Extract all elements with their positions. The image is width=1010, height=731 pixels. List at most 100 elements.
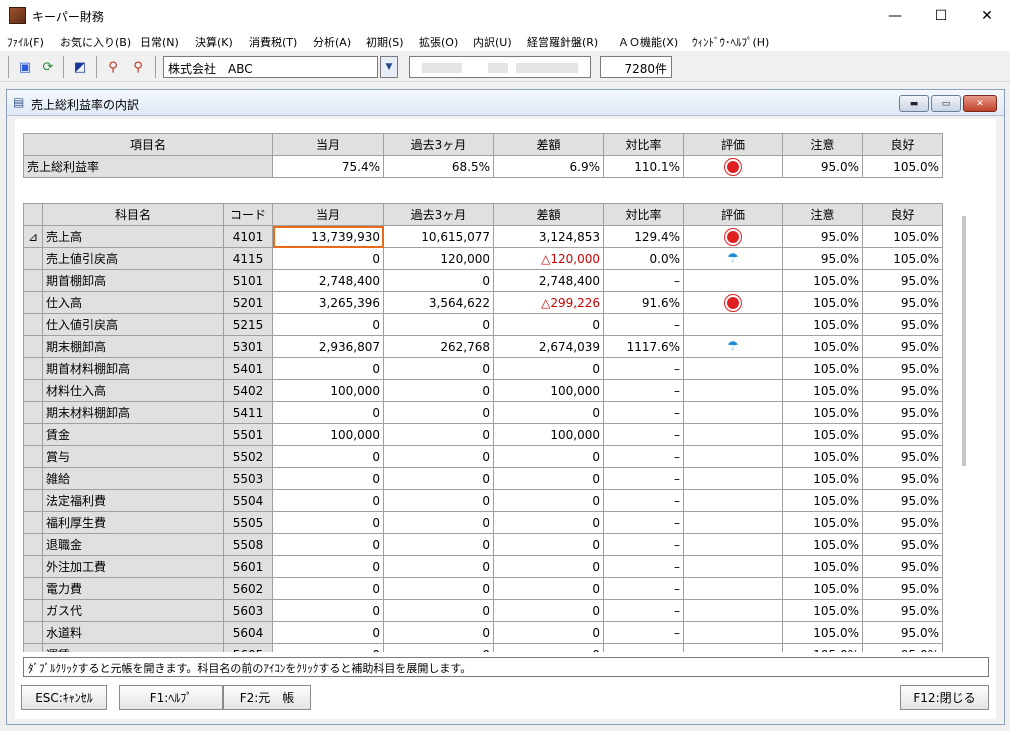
expand-marker[interactable] — [23, 467, 43, 490]
monitor-icon[interactable]: ▣ — [15, 57, 35, 77]
table-row[interactable]: 仕入値引戻高 5215 0 0 0–105.0% 95.0% — [23, 313, 943, 336]
refresh-icon[interactable]: ⟳ — [38, 57, 58, 77]
diff-value: 2,748,400 — [493, 269, 604, 292]
account-code: 5605 — [223, 643, 273, 652]
ratio-value: – — [603, 599, 684, 622]
table-row[interactable]: 売上値引戻高 4115 0 120,000 △120,000 0.0% ☂ 95.0% 105.… — [23, 247, 943, 270]
expand-marker[interactable] — [23, 335, 43, 358]
caution-value: 105.0% — [782, 423, 863, 446]
company-select[interactable]: 株式会社 ABC — [163, 56, 378, 78]
menu-file[interactable]: ﾌｧｲﾙ(F) — [7, 34, 44, 50]
caution-value: 105.0% — [782, 533, 863, 556]
menu-analysis[interactable]: 分析(A) — [313, 34, 351, 50]
window-close-button[interactable]: ✕ — [964, 0, 1010, 31]
expand-marker[interactable] — [23, 489, 43, 512]
account-code: 5402 — [223, 379, 273, 402]
table-row[interactable]: 仕入高 5201 3,265,396 3,564,622 △299,226 91.6% 10… — [23, 291, 943, 314]
close-button[interactable]: F12:閉じる — [900, 685, 989, 710]
current-value: 0 — [272, 357, 384, 380]
expand-marker[interactable] — [23, 511, 43, 534]
account-code: 5602 — [223, 577, 273, 600]
window-maximize-button[interactable]: ☐ — [918, 0, 964, 31]
account-code: 5411 — [223, 401, 273, 424]
menu-daily[interactable]: 日常(N) — [140, 34, 179, 50]
expand-marker[interactable] — [23, 247, 43, 270]
column-header: 科目名 — [42, 203, 224, 226]
menu-breakdown[interactable]: 内訳(U) — [473, 34, 512, 50]
past3-value: 0 — [383, 379, 494, 402]
ratio-value: 1117.6% — [603, 335, 684, 358]
column-header — [23, 203, 43, 226]
table-row[interactable]: 運賃5605000–105.0%95.0% — [23, 643, 943, 652]
expand-marker[interactable] — [23, 291, 43, 314]
window-minimize-button[interactable]: — — [872, 0, 918, 31]
expand-marker[interactable] — [23, 555, 43, 578]
menu-favorites[interactable]: お気に入り(B) — [60, 34, 131, 50]
ratio-value: – — [603, 313, 684, 336]
rating-cell — [683, 357, 783, 380]
table-row[interactable]: ⊿ 売上高 4101 13,739,930 10,615,077 3,124,853 129… — [23, 225, 943, 248]
menu-ao-functions[interactable]: ＡＯ機能(X) — [618, 34, 678, 50]
account-name: 売上値引戻高 — [42, 247, 224, 270]
table-row[interactable]: 水道料 5604 0 0 0–105.0% 95.0% — [23, 621, 943, 644]
cancel-button[interactable]: ESC:ｷｬﾝｾﾙ — [21, 685, 107, 710]
child-maximize-button[interactable]: ▭ — [931, 95, 961, 112]
menu-management-compass[interactable]: 経営羅針盤(R) — [527, 34, 598, 50]
detail-table-viewport[interactable]: 科目名 コード 当月 過去3ヶ月 差額 対比率 評価 注意 良好 ⊿ 売上高 410… — [15, 119, 996, 652]
table-row[interactable]: ガス代 5603 0 0 0–105.0% 95.0% — [23, 599, 943, 622]
diff-value: 0 — [493, 313, 604, 336]
table-row[interactable]: 期首棚卸高 5101 2,748,400 0 2,748,400–105.0% 95.0% — [23, 269, 943, 292]
menu-window-help[interactable]: ｳｨﾝﾄﾞｳ･ﾍﾙﾌﾟ(H) — [692, 34, 769, 50]
expand-marker[interactable] — [23, 599, 43, 622]
past3-value: 0 — [383, 621, 494, 644]
table-row[interactable]: 期末棚卸高 5301 2,936,807 262,768 2,674,039 1117.6… — [23, 335, 943, 358]
caution-value: 105.0% — [782, 599, 863, 622]
table-row[interactable]: 雑給 5503 0 0 0–105.0% 95.0% — [23, 467, 943, 490]
menu-consumption-tax[interactable]: 消費税(T) — [249, 34, 297, 50]
table-row[interactable]: 材料仕入高 5402 100,000 0 100,000–105.0% 95.0% — [23, 379, 943, 402]
table-row[interactable]: 福利厚生費 5505 0 0 0–105.0% 95.0% — [23, 511, 943, 534]
help-button[interactable]: F1:ﾍﾙﾌﾟ — [119, 685, 223, 710]
expand-marker[interactable] — [23, 445, 43, 468]
table-row[interactable]: 期首材料棚卸高 5401 0 0 0–105.0% 95.0% — [23, 357, 943, 380]
expand-marker[interactable] — [23, 269, 43, 292]
caution-value: 105.0% — [782, 555, 863, 578]
diff-value: △120,000 — [493, 247, 604, 270]
zoom-in-icon[interactable]: ⚲ — [103, 57, 123, 77]
table-row[interactable]: 期末材料棚卸高 5411 0 0 0–105.0% 95.0% — [23, 401, 943, 424]
expand-marker[interactable] — [23, 379, 43, 402]
good-value: 95.0% — [862, 533, 943, 556]
account-code: 5601 — [223, 555, 273, 578]
expand-marker[interactable] — [23, 577, 43, 600]
table-row[interactable]: 外注加工費 5601 0 0 0–105.0% 95.0% — [23, 555, 943, 578]
expand-marker[interactable] — [23, 357, 43, 380]
expand-marker[interactable] — [23, 643, 43, 652]
expand-marker[interactable] — [23, 621, 43, 644]
zoom-out-icon[interactable]: ⚲ — [128, 57, 148, 77]
menu-initial[interactable]: 初期(S) — [366, 34, 404, 50]
rating-cell — [683, 423, 783, 446]
expand-marker[interactable]: ⊿ — [23, 225, 43, 248]
child-close-button[interactable]: ✕ — [963, 95, 997, 112]
table-row[interactable]: 賃金 5501 100,000 0 100,000–105.0% 95.0% — [23, 423, 943, 446]
expand-marker[interactable] — [23, 401, 43, 424]
menu-closing[interactable]: 決算(K) — [195, 34, 233, 50]
ratio-value: 91.6% — [603, 291, 684, 314]
table-row[interactable]: 電力費 5602 0 0 0–105.0% 95.0% — [23, 577, 943, 600]
expand-marker[interactable] — [23, 533, 43, 556]
chevron-down-icon[interactable]: ▼ — [380, 56, 398, 78]
expand-marker[interactable] — [23, 313, 43, 336]
ledger-button[interactable]: F2:元 帳 — [223, 685, 311, 710]
diff-value: 0 — [493, 357, 604, 380]
good-value: 95.0% — [862, 511, 943, 534]
menu-extension[interactable]: 拡張(O) — [419, 34, 458, 50]
sun-icon — [727, 297, 739, 309]
image-icon[interactable]: ◩ — [70, 57, 90, 77]
vertical-scrollbar[interactable] — [962, 216, 966, 466]
account-name: 期首材料棚卸高 — [42, 357, 224, 380]
table-row[interactable]: 賞与 5502 0 0 0–105.0% 95.0% — [23, 445, 943, 468]
table-row[interactable]: 法定福利費 5504 0 0 0–105.0% 95.0% — [23, 489, 943, 512]
child-minimize-button[interactable]: ▬ — [899, 95, 929, 112]
table-row[interactable]: 退職金 5508 0 0 0–105.0% 95.0% — [23, 533, 943, 556]
expand-marker[interactable] — [23, 423, 43, 446]
